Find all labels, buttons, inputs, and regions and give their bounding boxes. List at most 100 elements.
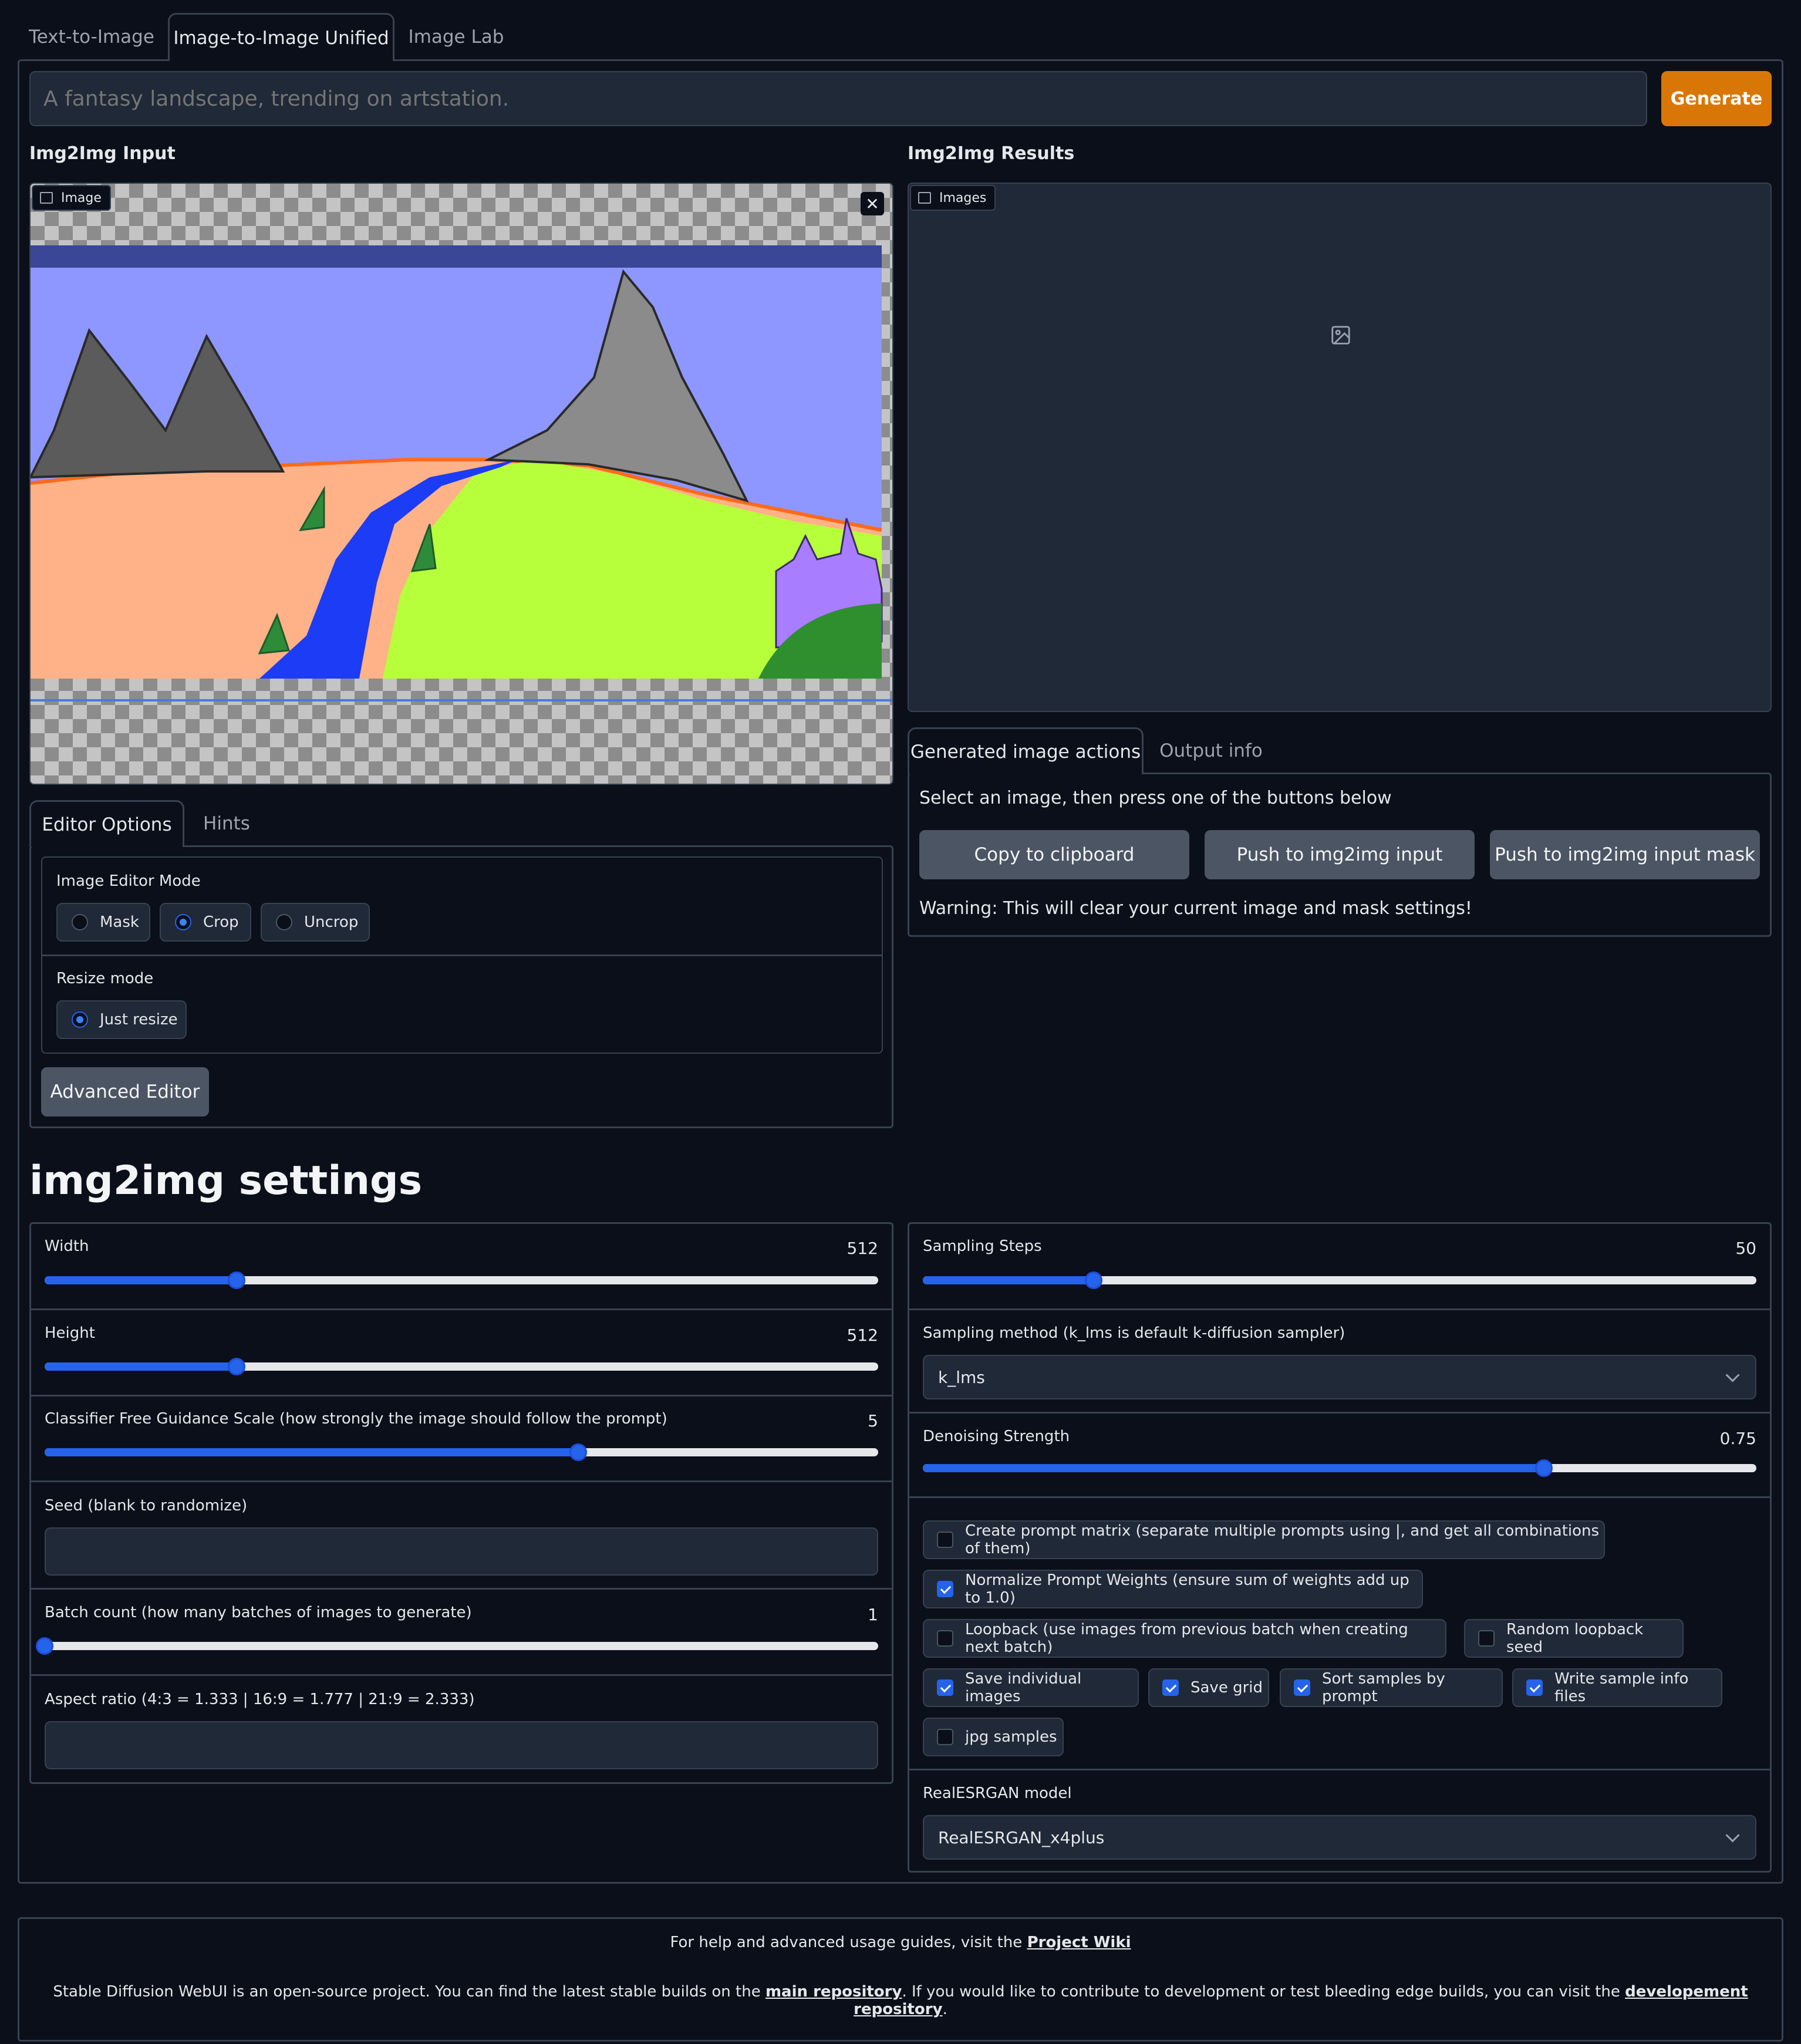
results-section-title: Img2Img Results	[908, 143, 1075, 164]
divider	[31, 1395, 892, 1397]
image-badge: Image	[32, 185, 111, 211]
seed-input[interactable]	[45, 1527, 878, 1576]
checkbox-save-grid[interactable]: Save grid	[1148, 1668, 1269, 1707]
settings-title: img2img settings	[29, 1158, 423, 1204]
tab-image-to-image-unified[interactable]: Image-to-Image Unified	[168, 13, 394, 61]
height-value[interactable]: 512	[847, 1325, 878, 1345]
realesrgan-value: RealESRGAN_x4plus	[938, 1827, 1105, 1847]
tab-text-to-image[interactable]: Text-to-Image	[21, 13, 162, 61]
divider	[909, 1496, 1770, 1498]
image-icon	[918, 192, 931, 204]
sampling-steps-slider[interactable]	[923, 1271, 1756, 1289]
slider-thumb[interactable]	[1085, 1271, 1103, 1289]
radio-indicator	[276, 914, 292, 930]
realesrgan-label: RealESRGAN model	[923, 1785, 1072, 1802]
checkbox-sort-samples[interactable]: Sort samples by prompt	[1280, 1668, 1503, 1707]
copy-to-clipboard-button[interactable]: Copy to clipboard	[919, 830, 1189, 879]
batch-count-slider[interactable]	[36, 1637, 878, 1655]
footer-text: . If you would like to contribute to dev…	[902, 1983, 1625, 2001]
divider	[909, 1308, 1770, 1310]
checkbox-indicator	[937, 1679, 953, 1696]
checkbox-normalize-weights[interactable]: Normalize Prompt Weights (ensure sum of …	[923, 1570, 1423, 1608]
radio-crop[interactable]: Crop	[160, 903, 251, 942]
tab-generated-image-actions[interactable]: Generated image actions	[908, 727, 1144, 774]
actions-instruction: Select an image, then press one of the b…	[919, 788, 1392, 808]
tab-output-info[interactable]: Output info	[1149, 727, 1273, 774]
checkbox-loopback[interactable]: Loopback (use images from previous batch…	[923, 1619, 1446, 1658]
checkbox-indicator	[937, 1630, 953, 1647]
checkbox-label: Write sample info files	[1554, 1670, 1689, 1705]
divider	[909, 1412, 1770, 1414]
radio-indicator	[175, 914, 191, 930]
slider-thumb[interactable]	[1534, 1459, 1553, 1477]
aspect-ratio-label: Aspect ratio (4:3 = 1.333 | 16:9 = 1.777…	[45, 1691, 475, 1708]
prompt-input[interactable]	[29, 71, 1647, 126]
slider-thumb[interactable]	[227, 1271, 245, 1289]
checkbox-indicator	[1162, 1679, 1179, 1696]
results-gallery[interactable]: Images	[908, 183, 1772, 712]
fantasy-landscape-drawing	[31, 245, 892, 701]
checkbox-label: jpg samples	[965, 1728, 1057, 1746]
checkbox-label: Loopback (use images from previous batch…	[965, 1621, 1408, 1656]
radio-mask[interactable]: Mask	[56, 903, 150, 942]
radio-just-resize[interactable]: Just resize	[56, 1000, 187, 1039]
push-to-img2img-mask-button[interactable]: Push to img2img input mask	[1490, 830, 1760, 879]
checkbox-indicator	[1294, 1679, 1310, 1696]
checkbox-random-loopback-seed[interactable]: Random loopback seed	[1464, 1619, 1684, 1658]
checkbox-save-individual-images[interactable]: Save individual images	[923, 1668, 1139, 1707]
image-placeholder-icon	[1331, 326, 1350, 345]
sampling-steps-label: Sampling Steps	[923, 1237, 1042, 1255]
images-badge-label: Images	[939, 190, 987, 205]
width-label: Width	[45, 1237, 89, 1255]
cfg-slider[interactable]	[45, 1443, 878, 1461]
batch-count-value[interactable]: 1	[868, 1605, 878, 1624]
checkbox-jpg-samples[interactable]: jpg samples	[923, 1718, 1064, 1756]
tab-editor-options[interactable]: Editor Options	[29, 800, 184, 847]
divider	[909, 1769, 1770, 1770]
width-value[interactable]: 512	[847, 1239, 878, 1258]
checkbox-indicator	[937, 1532, 953, 1548]
slider-thumb[interactable]	[227, 1358, 245, 1375]
radio-crop-label: Crop	[203, 913, 239, 931]
checkbox-indicator	[937, 1581, 953, 1597]
batch-count-label: Batch count (how many batches of images …	[45, 1604, 472, 1621]
slider-thumb[interactable]	[36, 1637, 53, 1655]
width-slider[interactable]	[45, 1271, 878, 1289]
aspect-ratio-input[interactable]	[45, 1721, 878, 1769]
divider	[42, 954, 882, 956]
tab-hints[interactable]: Hints	[191, 800, 262, 847]
generate-button[interactable]: Generate	[1661, 71, 1772, 126]
footer-repo-line: Stable Diffusion WebUI is an open-source…	[18, 1983, 1783, 2018]
tab-image-lab[interactable]: Image Lab	[400, 13, 512, 61]
resize-mode-label: Resize mode	[56, 970, 154, 987]
image-editor-canvas[interactable]: Image ✕	[29, 183, 893, 785]
checkbox-write-sample-info[interactable]: Write sample info files	[1512, 1668, 1722, 1707]
radio-uncrop[interactable]: Uncrop	[261, 903, 370, 942]
sampling-method-select[interactable]: k_lms	[923, 1355, 1756, 1399]
chevron-down-icon	[1725, 1368, 1740, 1382]
height-slider[interactable]	[45, 1358, 878, 1375]
divider	[31, 1480, 892, 1482]
denoising-label: Denoising Strength	[923, 1428, 1070, 1445]
sampling-steps-value[interactable]: 50	[1735, 1239, 1756, 1258]
input-section-title: Img2Img Input	[29, 143, 176, 164]
realesrgan-select[interactable]: RealESRGAN_x4plus	[923, 1815, 1756, 1860]
slider-thumb[interactable]	[569, 1443, 587, 1461]
checkbox-prompt-matrix[interactable]: Create prompt matrix (separate multiple …	[923, 1520, 1605, 1559]
main-repository-link[interactable]: main repository	[765, 1983, 902, 2001]
close-icon[interactable]: ✕	[861, 192, 884, 215]
checkbox-label: Save grid	[1190, 1679, 1263, 1696]
denoising-slider[interactable]	[923, 1459, 1756, 1477]
editor-mode-label: Image Editor Mode	[56, 872, 201, 890]
checkbox-indicator	[937, 1729, 953, 1745]
cfg-value[interactable]: 5	[868, 1411, 878, 1431]
advanced-editor-button[interactable]: Advanced Editor	[41, 1067, 209, 1117]
project-wiki-link[interactable]: Project Wiki	[1027, 1934, 1131, 1951]
image-badge-label: Image	[61, 190, 102, 205]
denoising-value[interactable]: 0.75	[1720, 1429, 1756, 1448]
checkbox-label: Save individual images	[965, 1670, 1082, 1705]
radio-indicator	[72, 1011, 88, 1028]
push-to-img2img-input-button[interactable]: Push to img2img input	[1205, 830, 1475, 879]
radio-mask-label: Mask	[100, 913, 139, 931]
divider	[31, 1674, 892, 1676]
